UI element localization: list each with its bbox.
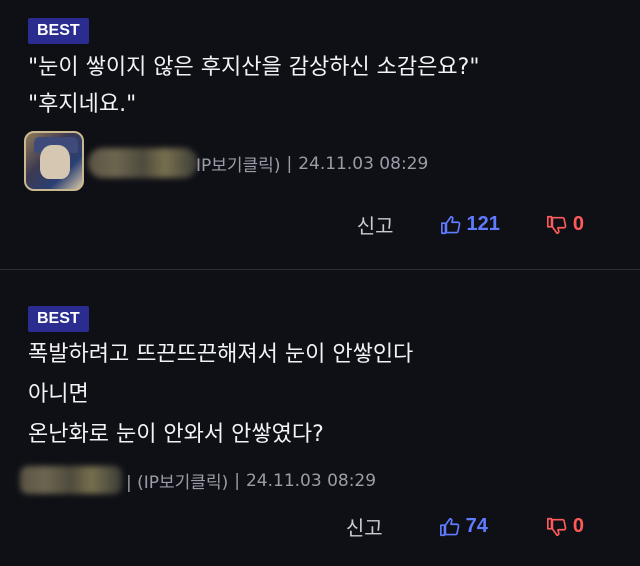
avatar[interactable] [24,131,84,191]
comment-actions: 신고 121 0 [357,210,584,239]
comment-item: BEST 폭발하려고 뜨끈뜨끈해져서 눈이 안쌓인다 아니면 온난화로 눈이 안… [0,270,640,566]
comment-text-line: "눈이 쌓이지 않은 후지산을 감상하신 소감은요?" [28,55,480,80]
comment-timestamp: 24.11.03 08:29 [298,153,429,174]
thumbs-up-icon [440,215,460,234]
downvote-count: 0 [572,213,584,235]
report-button[interactable]: 신고 [346,512,383,541]
comment-text-line: 온난화로 눈이 안와서 안쌓였다? [28,422,324,447]
upvote-button[interactable]: 74 [439,515,488,538]
comment-text-line: "후지네요." [28,92,137,117]
ip-view-link[interactable]: | (IP보기클릭) [126,468,228,493]
meta-separator: | [234,470,240,491]
upvote-button[interactable]: 121 [440,213,500,236]
comment-text-line: 아니면 [28,382,89,407]
report-button[interactable]: 신고 [357,210,394,239]
avatar-face [40,145,70,179]
upvote-count: 74 [465,515,488,537]
author-name-blurred[interactable] [20,466,122,494]
best-badge: BEST [28,18,89,44]
downvote-count: 0 [572,515,584,537]
best-badge: BEST [28,306,89,332]
downvote-button[interactable]: 0 [546,515,584,538]
meta-separator: | [286,153,293,174]
comment-actions: 신고 74 0 [346,512,584,541]
comment-item: BEST "눈이 쌓이지 않은 후지산을 감상하신 소감은요?" "후지네요."… [0,0,640,270]
author-name-blurred[interactable] [88,148,198,178]
thumbs-up-icon [439,517,459,536]
comment-timestamp: 24.11.03 08:29 [245,470,377,491]
downvote-button[interactable]: 0 [546,213,584,236]
thumbs-down-icon [546,215,567,234]
comment-meta: IP보기클릭) | 24.11.03 08:29 [196,151,429,177]
comment-meta: | (IP보기클릭) | 24.11.03 08:29 [126,468,377,494]
ip-view-link[interactable]: IP보기클릭) [196,151,280,176]
upvote-count: 121 [466,213,500,235]
comment-text-line: 폭발하려고 뜨끈뜨끈해져서 눈이 안쌓인다 [28,342,414,367]
thumbs-down-icon [546,517,567,536]
